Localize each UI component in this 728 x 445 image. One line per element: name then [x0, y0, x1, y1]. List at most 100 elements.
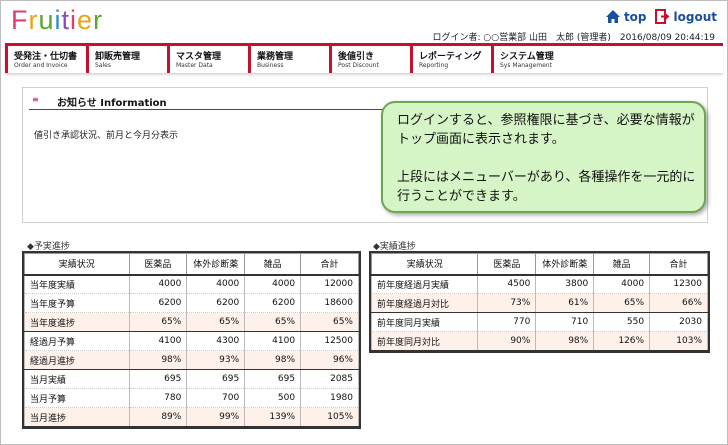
- table-cell: 710: [535, 312, 595, 332]
- menu-label: システム管理: [500, 52, 554, 62]
- table-cell: 4300: [186, 331, 246, 351]
- row-label: 前年度同月対比: [370, 331, 479, 351]
- fruitier-logo[interactable]: Fruitier: [11, 5, 103, 39]
- menu-business[interactable]: 業務管理 Business: [248, 46, 329, 73]
- menu-label: 後値引き: [338, 52, 375, 62]
- home-icon: [605, 10, 620, 23]
- menu-label: 受発注・仕切書: [14, 52, 78, 62]
- table-row: 前年度経過月実績 4500 3800 4000 12300: [370, 274, 708, 294]
- row-label: 経過月予算: [24, 331, 130, 351]
- logo-letter: r: [93, 5, 104, 35]
- table-cell: 66%: [649, 293, 708, 313]
- row-label: 当年度実績: [24, 274, 130, 294]
- results-section-title: ◆実績進捗: [373, 242, 416, 252]
- table-cell: 695: [186, 369, 246, 389]
- callout-text-1: ログインすると、参照権限に基づき、必要な情報がトップ画面に表示されます。: [397, 113, 695, 147]
- menu-order-invoice[interactable]: 受発注・仕切書 Order and Invoice: [5, 46, 86, 73]
- menu-sales[interactable]: 卸販売管理 Sales: [86, 46, 167, 73]
- table-cell: 2085: [300, 369, 359, 389]
- menu-reporting[interactable]: レポーティング Reporting: [410, 46, 491, 73]
- table-cell: 500: [244, 388, 302, 408]
- top-link[interactable]: top: [605, 9, 647, 24]
- table-row: 当月進捗 89% 99% 139% 105%: [24, 407, 359, 427]
- results-table: 実績状況 医薬品 体外診断薬 雑品 合計 前年度経過月実績 4500 3800 4000 123…: [369, 251, 710, 353]
- login-user-info: ログイン者: ○○営業部 山田 太郎 (管理者) 2016/08/09 20:4…: [432, 33, 716, 43]
- table-cell: 12300: [649, 274, 708, 294]
- logo-letter: e: [77, 5, 94, 35]
- menu-label: レポーティング: [419, 52, 482, 62]
- table-cell: 695: [244, 369, 302, 389]
- table-row: 当月実績 695 695 695 2085: [24, 369, 359, 389]
- logout-link-label: logout: [673, 9, 717, 24]
- logo-letter: t: [61, 5, 71, 35]
- table-row: 経過月進捗 98% 93% 98% 96%: [24, 350, 359, 370]
- table-cell: 4000: [244, 274, 302, 294]
- menu-sublabel: Order and Invoice: [14, 62, 68, 69]
- table-cell: 103%: [649, 331, 708, 351]
- column-header: 体外診断薬: [186, 253, 246, 276]
- column-header: 雑品: [593, 253, 651, 276]
- column-header: 実績状況: [24, 253, 130, 276]
- table-cell: 4100: [128, 331, 188, 351]
- menu-sys-management[interactable]: システム管理 Sys Management: [491, 46, 572, 73]
- table-cell: 65%: [128, 312, 188, 332]
- table-cell: 73%: [477, 293, 537, 313]
- table-row: 前年度同月実績 770 710 550 2030: [370, 312, 708, 332]
- table-cell: 12000: [300, 274, 359, 294]
- table-cell: 700: [186, 388, 246, 408]
- information-title: お知らせ Information: [57, 98, 167, 109]
- app-window: Fruitier top logout ログイン者: ○○営業部 山田 太郎 (…: [0, 0, 728, 445]
- menu-label: 卸販売管理: [95, 52, 141, 62]
- table-row: 当年度予算 6200 6200 6200 18600: [24, 293, 359, 313]
- column-header: 医薬品: [128, 253, 188, 276]
- table-cell: 105%: [300, 407, 359, 427]
- table-cell: 4500: [477, 274, 537, 294]
- progress-table: 実績状況 医薬品 体外診断薬 雑品 合計 当年度実績 4000 4000 4000 12000 当…: [22, 251, 361, 429]
- table-cell: 65%: [300, 312, 359, 332]
- table-cell: 1980: [300, 388, 359, 408]
- top-navigation: top logout: [605, 9, 717, 24]
- column-header: 実績状況: [370, 253, 479, 276]
- table-cell: 6200: [244, 293, 302, 313]
- table-cell: 98%: [535, 331, 595, 351]
- table-cell: 65%: [593, 293, 651, 313]
- table-row: 当年度進捗 65% 65% 65% 65%: [24, 312, 359, 332]
- table-cell: 61%: [535, 293, 595, 313]
- row-label: 前年度同月実績: [370, 312, 479, 332]
- table-header-row: 実績状況 医薬品 体外診断薬 雑品 合計: [370, 253, 708, 276]
- table-cell: 98%: [128, 350, 188, 370]
- progress-section-title: ◆予実進捗: [27, 242, 70, 252]
- column-header: 合計: [649, 253, 708, 276]
- information-message: 値引き承認状況、前月と今月分表示: [34, 131, 179, 141]
- top-link-label: top: [623, 9, 647, 24]
- table-cell: 98%: [244, 350, 302, 370]
- logout-link[interactable]: logout: [654, 9, 717, 24]
- row-label: 前年度経過月対比: [370, 293, 479, 313]
- main-menu-bar: 受発注・仕切書 Order and Invoice 卸販売管理 Sales マス…: [5, 43, 723, 73]
- logo-letter: i: [70, 5, 78, 35]
- table-cell: 695: [128, 369, 188, 389]
- logo-letter: F: [11, 5, 29, 35]
- table-row: 前年度経過月対比 73% 61% 65% 66%: [370, 293, 708, 313]
- explanation-callout: ログインすると、参照権限に基づき、必要な情報がトップ画面に表示されます。 上段に…: [381, 101, 706, 213]
- table-cell: 89%: [128, 407, 188, 427]
- menu-sublabel: Sales: [95, 62, 111, 69]
- logo-letter: r: [28, 5, 39, 35]
- table-cell: 90%: [477, 331, 537, 351]
- table-cell: 6200: [128, 293, 188, 313]
- menu-post-discount[interactable]: 後値引き Post Discount: [329, 46, 410, 73]
- table-cell: 65%: [186, 312, 246, 332]
- menu-master-data[interactable]: マスタ管理 Master Data: [167, 46, 248, 73]
- menu-sublabel: Business: [257, 62, 284, 69]
- row-label: 当月進捗: [24, 407, 130, 427]
- table-cell: 6200: [186, 293, 246, 313]
- table-row: 前年度同月対比 90% 98% 126% 103%: [370, 331, 708, 351]
- row-label: 経過月進捗: [24, 350, 130, 370]
- table-cell: 3800: [535, 274, 595, 294]
- row-label: 当年度予算: [24, 293, 130, 313]
- table-cell: 18600: [300, 293, 359, 313]
- table-cell: 99%: [186, 407, 246, 427]
- column-header: 医薬品: [477, 253, 537, 276]
- table-cell: 139%: [244, 407, 302, 427]
- table-cell: 4000: [593, 274, 651, 294]
